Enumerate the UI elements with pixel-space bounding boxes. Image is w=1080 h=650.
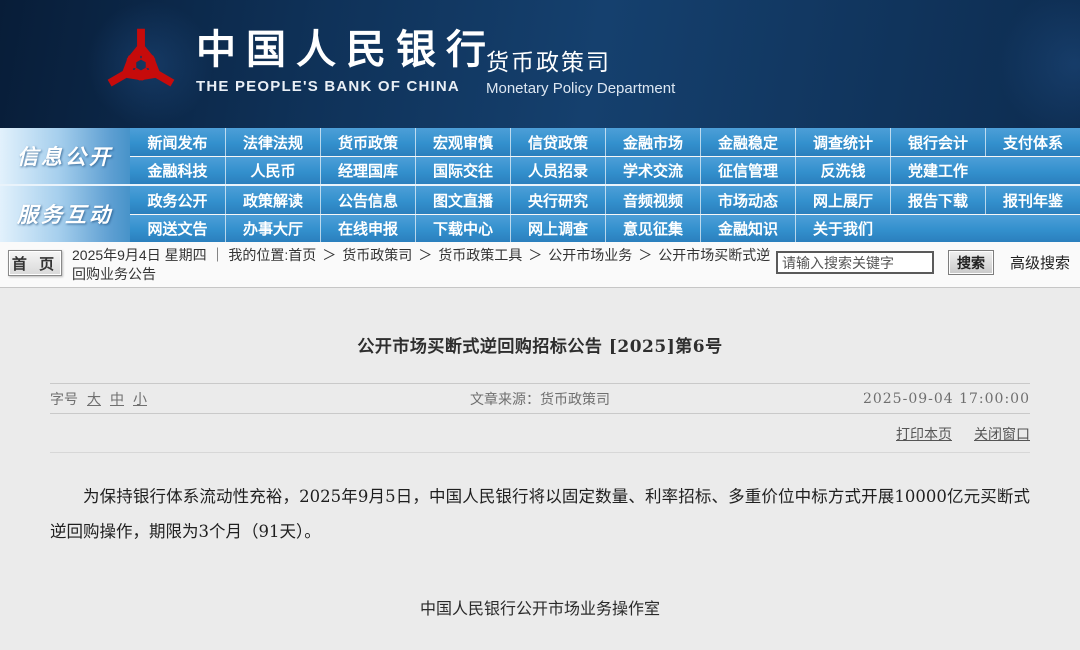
search-button[interactable]: 搜索 (948, 250, 994, 275)
nav-item[interactable]: 货币政策 (320, 128, 415, 156)
department-name-en: Monetary Policy Department (486, 80, 675, 97)
nav-item[interactable]: 人民币 (225, 157, 320, 184)
nav-item-empty (985, 215, 1080, 242)
nav-section: 信息公开新闻发布法律法规货币政策宏观审慎信贷政策金融市场金融稳定调查统计银行会计… (0, 128, 1080, 184)
nav-item[interactable]: 金融科技 (130, 157, 225, 184)
nav-item[interactable]: 新闻发布 (130, 128, 225, 156)
nav-row: 金融科技人民币经理国库国际交往人员招录学术交流征信管理反洗钱党建工作 (130, 156, 1080, 184)
nav-row: 网送文告办事大厅在线申报下载中心网上调查意见征集金融知识关于我们 (130, 214, 1080, 242)
main-navigation: 信息公开新闻发布法律法规货币政策宏观审慎信贷政策金融市场金融稳定调查统计银行会计… (0, 128, 1080, 242)
nav-item[interactable]: 金融稳定 (700, 128, 795, 156)
article-signature: 中国人民银行公开市场业务操作室 (50, 595, 1030, 619)
breadcrumb-item[interactable]: 公开市场业务 (548, 247, 632, 263)
crumb-separator-icon: ＞ (632, 247, 658, 263)
advanced-search-link[interactable]: 高级搜索 (1010, 252, 1070, 273)
nav-item[interactable]: 网上展厅 (795, 186, 890, 214)
pboc-emblem-icon (100, 22, 182, 108)
nav-section-label-1[interactable]: 服务互动 (0, 186, 130, 242)
nav-item[interactable]: 银行会计 (890, 128, 985, 156)
nav-item[interactable]: 信贷政策 (510, 128, 605, 156)
nav-item[interactable]: 学术交流 (605, 157, 700, 184)
nav-item[interactable]: 调查统计 (795, 128, 890, 156)
article-title: 公开市场买断式逆回购招标公告 [2025]第6号 (50, 332, 1030, 357)
nav-item[interactable]: 金融知识 (700, 215, 795, 242)
home-button[interactable]: 首 页 (8, 250, 62, 276)
department-name-cn: 货币政策司 (486, 48, 675, 76)
close-window-link[interactable]: 关闭窗口 (974, 424, 1030, 444)
nav-item[interactable]: 征信管理 (700, 157, 795, 184)
nav-item[interactable]: 音频视频 (605, 186, 700, 214)
toolbar-date: 2025年9月4日 星期四 (72, 247, 207, 263)
nav-section-label-0[interactable]: 信息公开 (0, 128, 130, 184)
nav-row: 政务公开政策解读公告信息图文直播央行研究音频视频市场动态网上展厅报告下载报刊年鉴 (130, 186, 1080, 214)
article-area: 公开市场买断式逆回购招标公告 [2025]第6号 字号 大中小 文章来源：货币政… (0, 332, 1080, 650)
breadcrumb-item[interactable]: 货币政策工具 (438, 247, 522, 263)
nav-item[interactable]: 报刊年鉴 (985, 186, 1080, 214)
source-value: 货币政策司 (540, 392, 610, 408)
nav-item[interactable]: 金融市场 (605, 128, 700, 156)
nav-row: 新闻发布法律法规货币政策宏观审慎信贷政策金融市场金融稳定调查统计银行会计支付体系 (130, 128, 1080, 156)
nav-section: 服务互动政务公开政策解读公告信息图文直播央行研究音频视频市场动态网上展厅报告下载… (0, 184, 1080, 242)
article-meta-row: 字号 大中小 文章来源：货币政策司 2025-09-04 17:00:00 (50, 383, 1030, 414)
bank-name-cn: 中国人民银行 (196, 26, 496, 74)
nav-item[interactable]: 人员招录 (510, 157, 605, 184)
nav-item[interactable]: 反洗钱 (795, 157, 890, 184)
nav-item[interactable]: 政策解读 (225, 186, 320, 214)
article-body: 为保持银行体系流动性充裕，2025年9月5日，中国人民银行将以固定数量、利率招标… (50, 479, 1030, 549)
article-timestamp: 2025-09-04 17:00:00 (863, 391, 1030, 407)
breadcrumb-toolbar: 首 页 2025年9月4日 星期四 ｜ 我的位置:首页＞货币政策司＞货币政策工具… (0, 242, 1080, 288)
location-label: 我的位置: (228, 247, 288, 263)
nav-item-empty (985, 157, 1080, 184)
article-actions: 打印本页 关闭窗口 (50, 424, 1030, 453)
nav-item[interactable]: 支付体系 (985, 128, 1080, 156)
nav-item[interactable]: 法律法规 (225, 128, 320, 156)
font-size-label: 字号 (50, 389, 78, 409)
nav-item[interactable]: 央行研究 (510, 186, 605, 214)
nav-item[interactable]: 在线申报 (320, 215, 415, 242)
nav-item[interactable]: 经理国库 (320, 157, 415, 184)
nav-item[interactable]: 意见征集 (605, 215, 700, 242)
nav-item[interactable]: 公告信息 (320, 186, 415, 214)
nav-item[interactable]: 图文直播 (415, 186, 510, 214)
toolbar-divider: ｜ (207, 247, 229, 263)
nav-item[interactable]: 国际交往 (415, 157, 510, 184)
nav-rows: 新闻发布法律法规货币政策宏观审慎信贷政策金融市场金融稳定调查统计银行会计支付体系… (130, 128, 1080, 184)
nav-item[interactable]: 政务公开 (130, 186, 225, 214)
breadcrumb: 2025年9月4日 星期四 ｜ 我的位置:首页＞货币政策司＞货币政策工具＞公开市… (72, 246, 784, 284)
nav-item[interactable]: 党建工作 (890, 157, 985, 184)
font-size-controls: 字号 大中小 (50, 389, 147, 409)
print-page-link[interactable]: 打印本页 (896, 424, 952, 444)
bank-name-block: 中国人民银行 THE PEOPLE'S BANK OF CHINA (196, 26, 496, 95)
nav-item[interactable]: 报告下载 (890, 186, 985, 214)
nav-item[interactable]: 办事大厅 (225, 215, 320, 242)
crumb-separator-icon: ＞ (316, 247, 342, 263)
nav-item[interactable]: 宏观审慎 (415, 128, 510, 156)
breadcrumb-item[interactable]: 货币政策司 (342, 247, 412, 263)
site-header: 中国人民银行 THE PEOPLE'S BANK OF CHINA 货币政策司 … (0, 0, 1080, 128)
nav-item[interactable]: 市场动态 (700, 186, 795, 214)
nav-item[interactable]: 网送文告 (130, 215, 225, 242)
nav-item-empty (890, 215, 985, 242)
bank-name-en: THE PEOPLE'S BANK OF CHINA (196, 78, 496, 95)
department-block: 货币政策司 Monetary Policy Department (486, 48, 675, 97)
nav-item[interactable]: 关于我们 (795, 215, 890, 242)
crumb-separator-icon: ＞ (412, 247, 438, 263)
search-input[interactable] (776, 251, 934, 274)
source-label: 文章来源： (470, 392, 540, 408)
crumb-separator-icon: ＞ (522, 247, 548, 263)
nav-item[interactable]: 网上调查 (510, 215, 605, 242)
font-size-option[interactable]: 中 (110, 389, 124, 409)
font-size-option[interactable]: 小 (133, 389, 147, 409)
font-size-option[interactable]: 大 (87, 389, 101, 409)
search-group: 搜索 高级搜索 (776, 250, 1070, 275)
nav-rows: 政务公开政策解读公告信息图文直播央行研究音频视频市场动态网上展厅报告下载报刊年鉴… (130, 186, 1080, 242)
breadcrumb-item[interactable]: 首页 (288, 247, 316, 263)
nav-item[interactable]: 下载中心 (415, 215, 510, 242)
